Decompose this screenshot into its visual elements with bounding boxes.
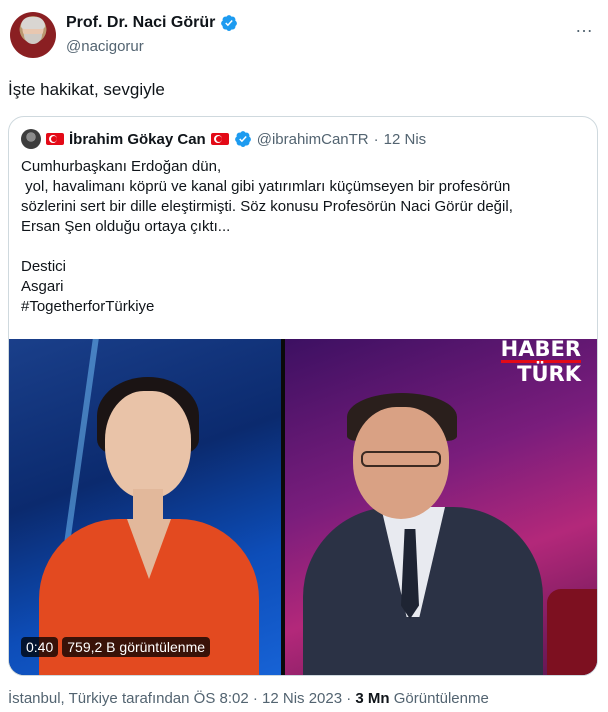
views-label: Görüntülenme — [389, 690, 489, 707]
quote-author-name[interactable]: İbrahim Gökay Can — [69, 131, 206, 148]
verified-badge-icon — [221, 15, 238, 31]
quoted-tweet[interactable]: İbrahim Gökay Can @ibrahimCanTR · 12 Nis… — [8, 116, 598, 676]
tweet-text: İşte hakikat, sevgiyle — [8, 80, 165, 99]
quote-body: Cumhurbaşkanı Erdoğan dün, yol, havalima… — [21, 157, 587, 317]
quote-line: sözlerini sert bir dille eleştirmişti. S… — [21, 198, 513, 215]
quote-author-handle[interactable]: @ibrahimCanTR — [257, 131, 369, 148]
video-divider — [281, 339, 285, 675]
more-options-icon[interactable]: … — [575, 16, 594, 37]
quote-hashtag[interactable]: #TogetherforTürkiye — [21, 297, 587, 317]
presenter-head — [105, 391, 191, 499]
quote-line: yol, havalimanı köprü ve kanal gibi yatı… — [21, 178, 511, 195]
quote-avatar[interactable] — [21, 129, 41, 149]
views-count: 3 Mn — [355, 690, 390, 707]
turkey-flag-icon-2 — [210, 133, 229, 145]
turkey-flag-icon — [46, 133, 64, 145]
quote-tag: Destici — [21, 258, 67, 275]
author-name[interactable]: Prof. Dr. Naci Görür — [66, 14, 215, 32]
quote-date[interactable]: 12 Nis — [384, 131, 427, 148]
tweet-location-time[interactable]: İstanbul, Türkiye tarafından ÖS 8:02 · 1… — [8, 690, 355, 707]
quote-line: Cumhurbaşkanı Erdoğan dün, — [21, 158, 222, 175]
tweet: Prof. Dr. Naci Görür @nacigorur … İşte h… — [0, 0, 608, 712]
video-view-count: 759,2 B görüntülenme — [62, 637, 211, 657]
logo-line1: HABER — [500, 339, 581, 361]
video-player[interactable]: HABER TÜRK 0:40 759,2 B görüntülenme — [9, 339, 597, 675]
haberturk-logo: HABER TÜRK — [500, 339, 581, 386]
avatar-hair — [21, 17, 45, 29]
video-overlay: 0:40 759,2 B görüntülenme — [21, 637, 211, 657]
separator-dot: · — [373, 130, 379, 148]
quote-verified-badge-icon — [234, 131, 251, 147]
quote-tag: Asgari — [21, 278, 64, 295]
avatar-beard — [24, 34, 42, 44]
logo-line2: TÜRK — [517, 362, 581, 386]
studio-chair — [547, 589, 597, 675]
author-handle[interactable]: @nacigorur — [66, 38, 144, 55]
author-avatar[interactable] — [10, 12, 56, 58]
author-name-row: Prof. Dr. Naci Görür — [66, 14, 238, 32]
guest-glasses — [361, 451, 441, 467]
quote-line: Ersan Şen olduğu ortaya çıktı... — [21, 218, 231, 235]
quote-header: İbrahim Gökay Can @ibrahimCanTR · 12 Nis — [21, 129, 426, 149]
video-duration: 0:40 — [21, 637, 59, 657]
tweet-meta: İstanbul, Türkiye tarafından ÖS 8:02 · 1… — [8, 690, 489, 707]
